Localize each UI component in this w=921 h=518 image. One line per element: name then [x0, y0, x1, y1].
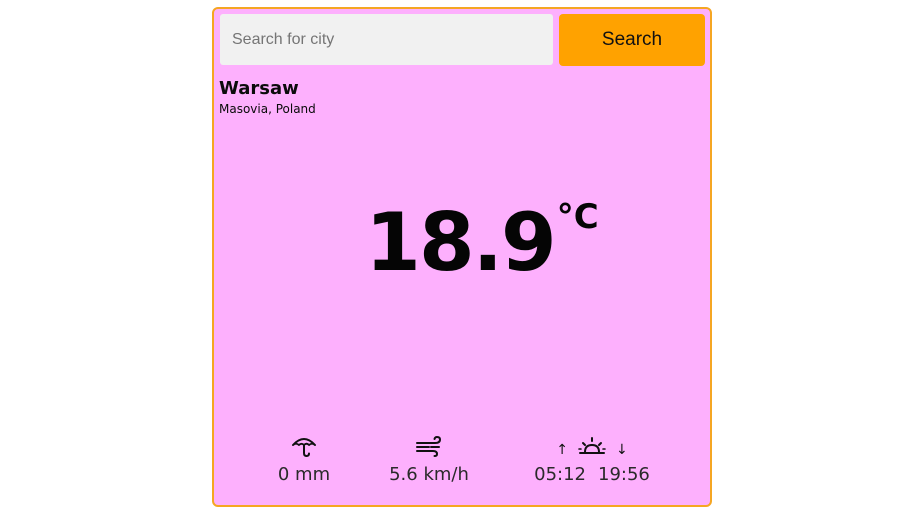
sunset-time: 19:56: [598, 464, 650, 485]
sunset-arrow-icon: ↓: [616, 442, 628, 458]
region-name: Masovia, Poland: [219, 102, 316, 116]
temperature-value: 18.9: [365, 196, 556, 289]
wind-icon: [416, 435, 442, 457]
precipitation-stat: 0 mm: [274, 434, 334, 486]
sunrise-time: 05:12: [534, 464, 586, 485]
temperature-unit: °C: [556, 197, 599, 237]
city-search-input[interactable]: [220, 14, 553, 65]
sunrise-sunset-icon: [578, 437, 606, 454]
city-name: Warsaw: [219, 78, 299, 99]
precipitation-value: 0 mm: [277, 464, 331, 485]
sunrise-sunset-stat: ↑ ↓ 05:12 19:56: [534, 434, 650, 486]
location-info: Warsaw Masovia, Poland: [219, 78, 316, 117]
umbrella-icon: [292, 438, 316, 458]
sunrise-arrow-icon: ↑: [556, 442, 568, 458]
wind-stat: 5.6 km/h: [384, 434, 474, 486]
search-button[interactable]: Search: [559, 14, 705, 66]
temperature-display: 18.9 °C: [214, 195, 710, 291]
wind-value: 5.6 km/h: [389, 464, 469, 485]
weather-card: Search Warsaw Masovia, Poland 18.9 °C 0 …: [212, 7, 712, 507]
search-bar: Search: [220, 14, 706, 66]
